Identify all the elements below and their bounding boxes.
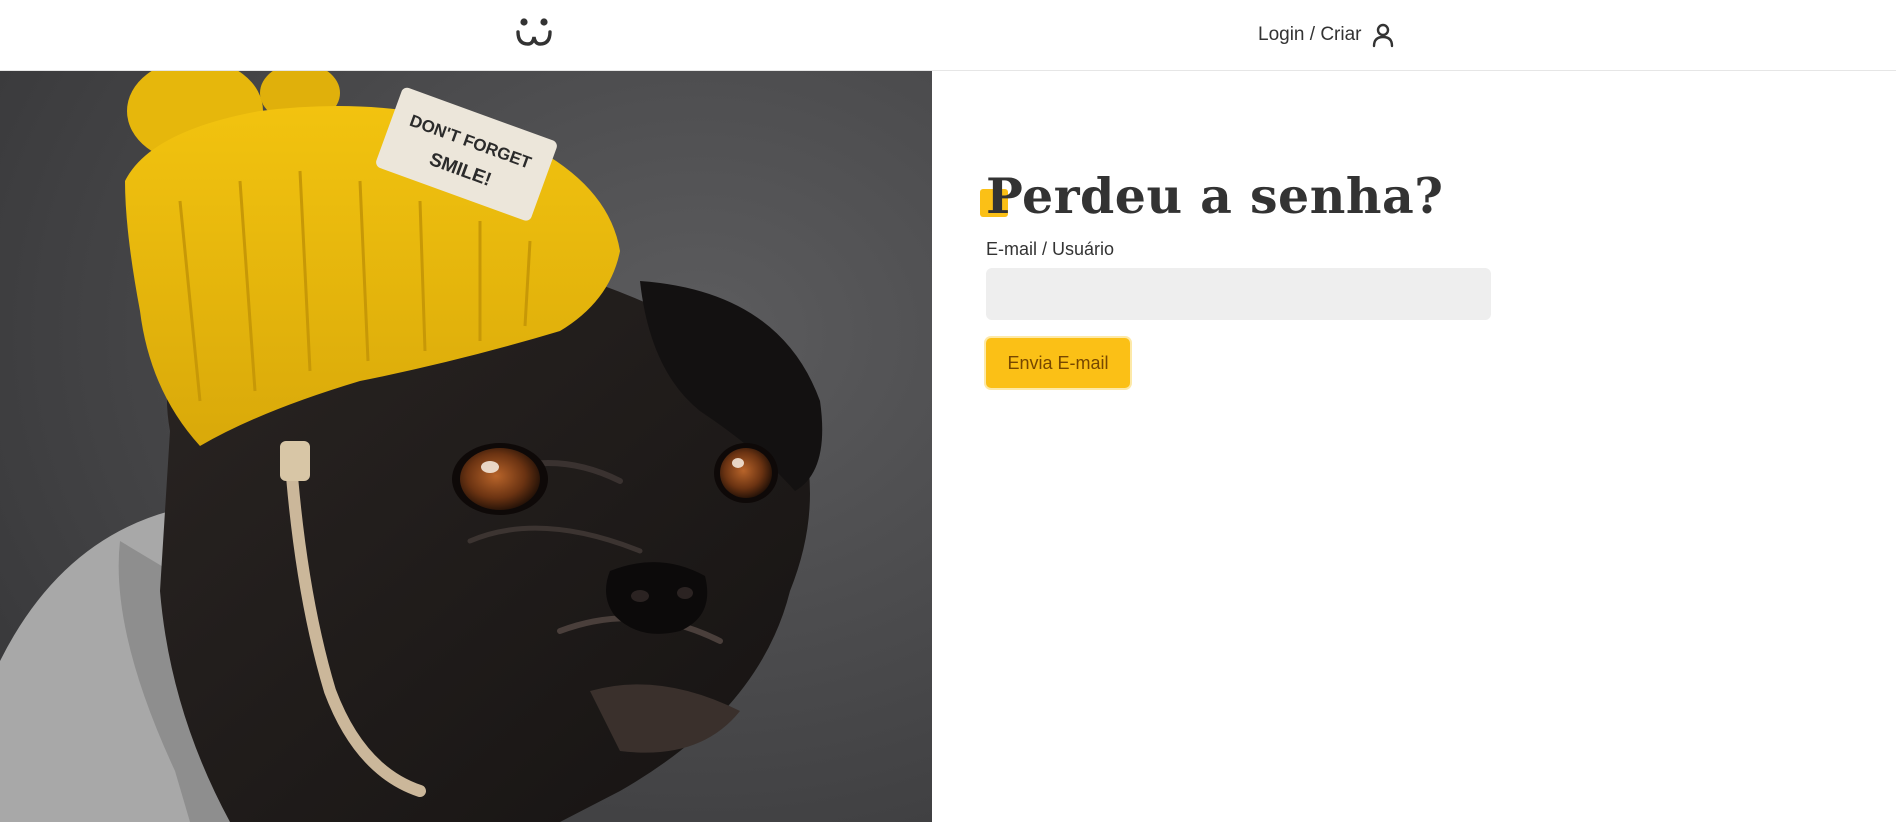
email-label: E-mail / Usuário bbox=[986, 239, 1115, 259]
logo-link[interactable] bbox=[515, 14, 553, 50]
dog-face-icon bbox=[516, 18, 552, 46]
site-header: Login / Criar bbox=[0, 0, 1896, 71]
lost-password-form: Perdeu a senha? E-mail / Usuário Envia E… bbox=[932, 71, 1896, 822]
email-input[interactable] bbox=[986, 268, 1491, 320]
pug-photo-illustration: DON'T FORGET SMILE! bbox=[0, 71, 932, 822]
login-label: Login / Criar bbox=[1258, 24, 1362, 45]
send-email-button[interactable]: Envia E-mail bbox=[986, 338, 1130, 388]
page-title: Perdeu a senha? bbox=[986, 167, 1444, 225]
login-link[interactable]: Login / Criar bbox=[1258, 20, 1396, 50]
title-block: Perdeu a senha? bbox=[980, 161, 1444, 231]
hero-photo: DON'T FORGET SMILE! bbox=[0, 71, 932, 822]
user-icon bbox=[1372, 23, 1393, 48]
